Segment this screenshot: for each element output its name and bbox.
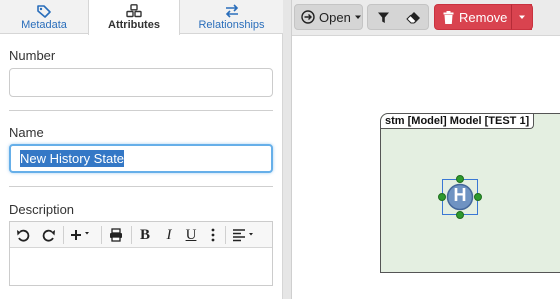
- diagram-toolbar: Open Remove: [292, 0, 560, 36]
- caret-down-icon: [519, 15, 525, 19]
- arrow-circle-right-icon: [301, 10, 315, 24]
- tab-bar: Metadata Attributes Relationships: [0, 0, 283, 35]
- remove-button-label: Remove: [459, 9, 508, 25]
- toolbar-separator: [131, 226, 132, 244]
- diagram-panel: Open Remove stm [Model] Model [TEST 1] H: [292, 0, 560, 299]
- name-input-value: New History State: [20, 150, 125, 167]
- align-dropdown-icon[interactable]: [230, 225, 258, 245]
- caret-down-icon: [354, 15, 361, 19]
- filter-button-group: [367, 4, 429, 30]
- plus-dropdown-icon[interactable]: [68, 225, 94, 245]
- swap-arrows-icon: [225, 4, 238, 18]
- selection-handle[interactable]: [455, 210, 464, 219]
- tab-attributes[interactable]: Attributes: [88, 0, 180, 35]
- selection-handle[interactable]: [473, 192, 482, 201]
- tab-label: Metadata: [21, 19, 67, 31]
- description-content[interactable]: [10, 248, 272, 285]
- tag-icon: [37, 5, 51, 18]
- italic-icon[interactable]: I: [160, 225, 178, 245]
- redo-icon[interactable]: [40, 225, 58, 245]
- tab-label: Relationships: [198, 19, 265, 31]
- number-label: Number: [9, 48, 56, 63]
- diagram-title: stm [Model] Model [TEST 1]: [381, 114, 535, 129]
- toolbar-separator: [63, 226, 64, 244]
- undo-icon[interactable]: [14, 225, 32, 245]
- remove-dropdown-button[interactable]: [511, 4, 533, 30]
- eraser-icon[interactable]: [398, 5, 428, 29]
- bold-icon[interactable]: B: [136, 225, 154, 245]
- open-button[interactable]: Open: [294, 4, 363, 30]
- filter-icon[interactable]: [368, 5, 398, 29]
- number-input[interactable]: [9, 68, 273, 97]
- underline-icon[interactable]: U: [182, 225, 200, 245]
- tab-relationships[interactable]: Relationships: [180, 0, 283, 34]
- selection-handle[interactable]: [437, 192, 446, 201]
- cubes-icon: [126, 4, 142, 18]
- divider: [9, 110, 273, 111]
- tab-label: Attributes: [108, 19, 160, 31]
- panel-splitter[interactable]: [283, 0, 292, 299]
- name-label: Name: [9, 125, 44, 140]
- divider: [9, 186, 273, 187]
- toolbar-separator: [225, 226, 226, 244]
- toolbar-separator: [101, 226, 102, 244]
- properties-panel: Metadata Attributes Relationships Number…: [0, 0, 283, 299]
- more-vertical-icon[interactable]: [207, 225, 219, 245]
- name-input[interactable]: New History State: [9, 144, 273, 173]
- diagram-canvas[interactable]: stm [Model] Model [TEST 1] H: [292, 36, 560, 299]
- description-editor[interactable]: B I U: [9, 221, 273, 286]
- editor-toolbar: B I U: [10, 222, 272, 248]
- trash-icon: [443, 10, 454, 24]
- open-button-label: Open: [319, 9, 351, 25]
- print-icon[interactable]: [106, 225, 126, 245]
- selection-handle[interactable]: [455, 174, 464, 183]
- tab-metadata[interactable]: Metadata: [0, 0, 88, 34]
- history-state-node[interactable]: H: [437, 174, 482, 219]
- history-state-label: H: [453, 185, 467, 205]
- description-label: Description: [9, 202, 75, 217]
